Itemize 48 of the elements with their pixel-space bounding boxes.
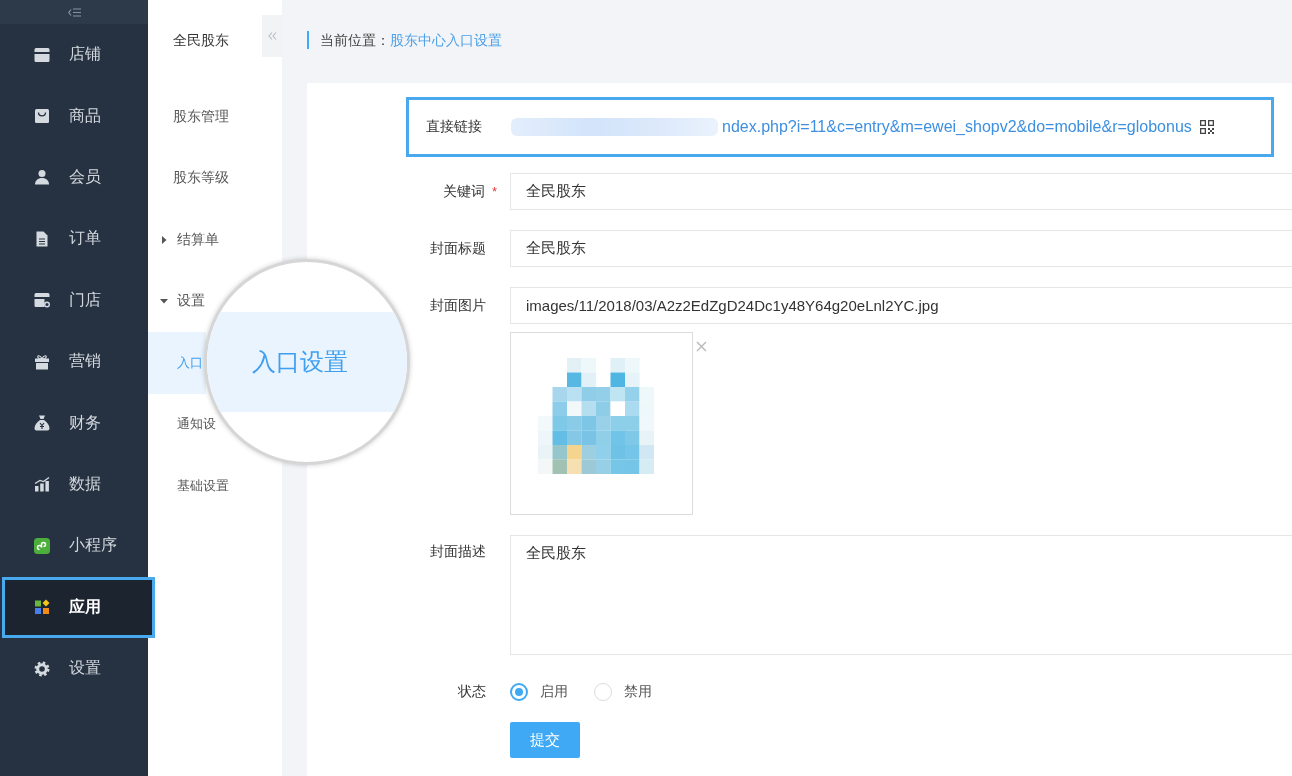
bag-icon	[34, 108, 50, 125]
settings-icon	[34, 660, 50, 677]
nav-item[interactable]: 商品	[0, 85, 148, 147]
money-bag-icon	[34, 415, 50, 432]
nav-item[interactable]: 会员	[0, 146, 148, 209]
nav-item[interactable]: 数据	[0, 453, 148, 516]
textarea-field[interactable]: 全民股东	[510, 535, 1292, 655]
field-label: 状态	[458, 683, 486, 701]
submenu-item[interactable]: 基础设置	[148, 455, 232, 517]
storefront-icon	[34, 292, 50, 309]
radio-option[interactable]: 禁用	[594, 683, 652, 701]
nav-item[interactable]: 小程序	[0, 515, 148, 577]
text-input[interactable]: 全民股东	[510, 173, 1292, 210]
submenu-item[interactable]: 股东管理	[148, 86, 282, 148]
user-icon	[34, 169, 50, 186]
field-label: 封面图片	[430, 296, 486, 315]
breadcrumb-label: 当前位置：	[320, 31, 390, 49]
nav-item[interactable]: 订单	[0, 208, 148, 270]
accent-bar	[307, 31, 309, 49]
collapse-tab[interactable]	[262, 15, 282, 57]
magnified-label: 入口设置	[252, 347, 348, 377]
qr-code-icon[interactable]	[1199, 120, 1214, 134]
gift-icon	[34, 353, 50, 370]
field-label: 关键词	[442, 182, 485, 201]
nav-item[interactable]: 设置	[0, 637, 148, 700]
app-tiles-icon	[34, 599, 50, 616]
required-mark: *	[491, 184, 497, 199]
document-icon	[34, 230, 50, 247]
link-tile-icon	[34, 537, 50, 554]
nav-item[interactable]: 财务	[0, 392, 148, 454]
nav-item[interactable]: 应用	[2, 576, 155, 638]
text-input[interactable]: images/11/2018/03/A2z2EdZgD24Dc1y48Y64g20eLnl2YC.jpg	[510, 287, 1292, 324]
text-input[interactable]: 全民股东	[510, 230, 1292, 267]
field-label: 封面标题	[430, 239, 486, 258]
nav-item[interactable]: 门店	[0, 269, 148, 331]
store-icon	[34, 46, 50, 63]
submenu-item[interactable]: 股东等级	[148, 147, 282, 209]
double-chevron-left-icon	[267, 32, 277, 40]
radio-option[interactable]: 启用	[510, 683, 568, 701]
collapse-menu-icon[interactable]	[67, 7, 81, 17]
close-icon[interactable]	[696, 341, 707, 352]
bar-chart-icon	[34, 476, 50, 493]
submenu-title: 全民股东	[173, 31, 229, 50]
field-label: 直接链接	[426, 118, 483, 136]
nav-item[interactable]: 营销	[0, 330, 148, 393]
field-label: 封面描述	[430, 543, 486, 561]
nav-item[interactable]: 店铺	[0, 24, 148, 86]
radio-button[interactable]	[510, 683, 528, 701]
